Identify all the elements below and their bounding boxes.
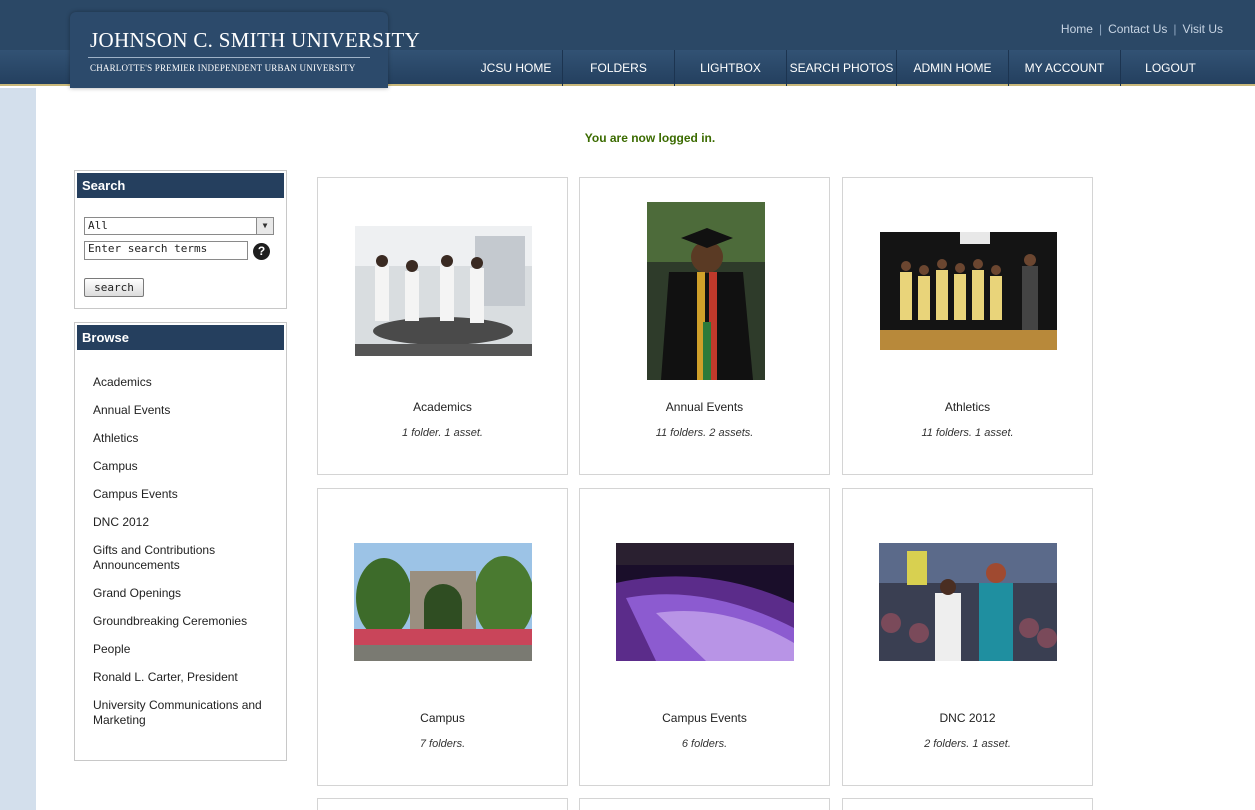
nav-jcsu-home[interactable]: JCSU HOME bbox=[470, 50, 562, 86]
folder-card-partial[interactable] bbox=[317, 798, 568, 810]
browse-item-campus[interactable]: Campus bbox=[93, 459, 283, 474]
university-logo[interactable]: JOHNSON C. SMITH UNIVERSITY CHARLOTTE'S … bbox=[70, 12, 420, 88]
folder-card-partial[interactable] bbox=[842, 798, 1093, 810]
folder-card-annual-events[interactable]: Annual Events 11 folders. 2 assets. bbox=[579, 177, 830, 475]
nav-my-account[interactable]: MY ACCOUNT bbox=[1008, 50, 1120, 86]
folder-thumbnail[interactable] bbox=[647, 202, 765, 380]
folder-meta: 7 folders. bbox=[419, 738, 466, 750]
left-stripe bbox=[0, 88, 36, 810]
browse-item-people[interactable]: People bbox=[93, 642, 283, 657]
search-input[interactable]: Enter search terms bbox=[84, 241, 248, 260]
folder-meta: 1 folder. 1 asset. bbox=[402, 427, 483, 439]
folder-meta: 6 folders. bbox=[681, 738, 728, 750]
folder-thumbnail[interactable] bbox=[355, 226, 532, 356]
browse-item-communications[interactable]: University Communications and Marketing bbox=[93, 698, 283, 728]
folder-card-partial[interactable] bbox=[579, 798, 830, 810]
divider: | bbox=[1173, 22, 1177, 36]
login-notice: You are now logged in. bbox=[584, 131, 716, 145]
folder-meta: 11 folders. 2 assets. bbox=[655, 427, 754, 439]
folder-card-campus-events[interactable]: Campus Events 6 folders. bbox=[579, 488, 830, 786]
folder-card-academics[interactable]: Academics 1 folder. 1 asset. bbox=[317, 177, 568, 475]
search-button[interactable]: search bbox=[84, 278, 144, 297]
search-scope-select[interactable]: All ▼ bbox=[84, 217, 274, 235]
folder-thumbnail[interactable] bbox=[880, 232, 1057, 350]
search-scope-value: All bbox=[88, 219, 108, 232]
folder-title[interactable]: DNC 2012 bbox=[843, 711, 1092, 725]
folder-card-campus[interactable]: Campus 7 folders. bbox=[317, 488, 568, 786]
folder-thumbnail[interactable] bbox=[354, 543, 532, 661]
browse-item-ronald-carter[interactable]: Ronald L. Carter, President bbox=[93, 670, 283, 685]
folder-title[interactable]: Athletics bbox=[843, 400, 1092, 414]
logo-divider bbox=[88, 57, 370, 58]
top-link-home[interactable]: Home bbox=[1061, 22, 1093, 36]
browse-item-academics[interactable]: Academics bbox=[93, 375, 283, 390]
nav-search-photos[interactable]: SEARCH PHOTOS bbox=[786, 50, 896, 86]
folder-meta: 11 folders. 1 asset. bbox=[921, 427, 1014, 439]
folder-title[interactable]: Academics bbox=[318, 400, 567, 414]
nav-logout[interactable]: LOGOUT bbox=[1120, 50, 1220, 86]
top-links: Home | Contact Us | Visit Us bbox=[1061, 22, 1223, 36]
help-icon[interactable]: ? bbox=[253, 243, 270, 260]
browse-panel-title: Browse bbox=[77, 325, 284, 350]
top-link-contact[interactable]: Contact Us bbox=[1108, 22, 1167, 36]
divider: | bbox=[1098, 22, 1103, 36]
folder-title[interactable]: Campus bbox=[318, 711, 567, 725]
browse-item-dnc-2012[interactable]: DNC 2012 bbox=[93, 515, 283, 530]
browse-panel: Browse Academics Annual Events Athletics… bbox=[74, 322, 287, 761]
browse-item-campus-events[interactable]: Campus Events bbox=[93, 487, 283, 502]
browse-list: Academics Annual Events Athletics Campus… bbox=[93, 375, 283, 741]
folder-card-athletics[interactable]: Athletics 11 folders. 1 asset. bbox=[842, 177, 1093, 475]
folder-thumbnail[interactable] bbox=[616, 543, 794, 661]
folder-card-dnc-2012[interactable]: DNC 2012 2 folders. 1 asset. bbox=[842, 488, 1093, 786]
logo-subtitle: CHARLOTTE'S PREMIER INDEPENDENT URBAN UN… bbox=[90, 63, 356, 73]
nav-folders[interactable]: FOLDERS bbox=[562, 50, 674, 86]
logo-title: JOHNSON C. SMITH UNIVERSITY bbox=[90, 28, 421, 52]
browse-item-groundbreaking[interactable]: Groundbreaking Ceremonies bbox=[93, 614, 283, 629]
browse-item-gifts[interactable]: Gifts and Contributions Announcements bbox=[93, 543, 283, 573]
browse-item-athletics[interactable]: Athletics bbox=[93, 431, 283, 446]
folder-thumbnail[interactable] bbox=[879, 543, 1057, 661]
nav-lightbox[interactable]: LIGHTBOX bbox=[674, 50, 786, 86]
browse-item-annual-events[interactable]: Annual Events bbox=[93, 403, 283, 418]
nav-admin-home[interactable]: ADMIN HOME bbox=[896, 50, 1008, 86]
folder-title[interactable]: Campus Events bbox=[580, 711, 829, 725]
browse-item-grand-openings[interactable]: Grand Openings bbox=[93, 586, 283, 601]
top-link-visit[interactable]: Visit Us bbox=[1183, 22, 1223, 36]
chevron-down-icon[interactable]: ▼ bbox=[256, 218, 273, 234]
folder-title[interactable]: Annual Events bbox=[580, 400, 829, 414]
search-panel: Search All ▼ Enter search terms ? search bbox=[74, 170, 287, 309]
folder-meta: 2 folders. 1 asset. bbox=[924, 738, 1011, 750]
search-panel-title: Search bbox=[77, 173, 284, 198]
